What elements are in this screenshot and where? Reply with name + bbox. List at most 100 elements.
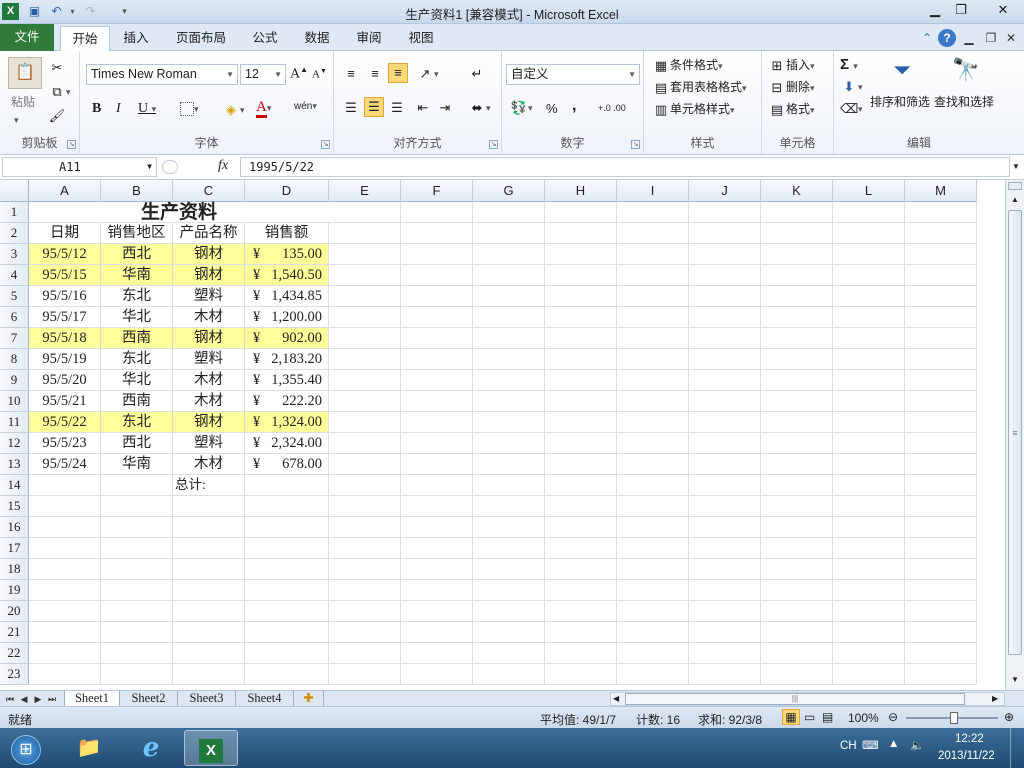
cell-product[interactable]: 钢材 [173, 412, 245, 433]
empty-cell[interactable] [761, 391, 833, 412]
cell-product[interactable]: 木材 [173, 391, 245, 412]
cell-product[interactable]: 塑料 [173, 349, 245, 370]
empty-cell[interactable] [29, 664, 101, 685]
help-icon[interactable]: ? [938, 29, 956, 47]
empty-cell[interactable] [905, 601, 977, 622]
empty-cell[interactable] [173, 643, 245, 664]
empty-cell[interactable] [761, 265, 833, 286]
empty-cell[interactable] [833, 223, 905, 244]
cell-amount[interactable]: ¥1,434.85 [245, 286, 329, 307]
format-painter-icon[interactable]: 🖌 [48, 107, 66, 125]
empty-cell[interactable] [905, 412, 977, 433]
empty-cell[interactable] [245, 496, 329, 517]
expand-formula-bar-icon[interactable]: ▼ [1010, 157, 1022, 177]
empty-cell[interactable] [401, 244, 473, 265]
empty-cell[interactable] [761, 307, 833, 328]
empty-cell[interactable] [833, 517, 905, 538]
empty-cell[interactable] [689, 601, 761, 622]
row-header-23[interactable]: 23 [0, 664, 29, 685]
empty-cell[interactable] [29, 580, 101, 601]
empty-cell[interactable] [329, 454, 401, 475]
vertical-scrollbar[interactable]: ▲ ≡ ▼ [1005, 180, 1024, 690]
empty-cell[interactable] [689, 328, 761, 349]
sheet-tab-sheet3[interactable]: Sheet3 [178, 691, 236, 707]
empty-cell[interactable] [473, 580, 545, 601]
empty-cell[interactable] [329, 412, 401, 433]
column-header-k[interactable]: K [761, 180, 833, 202]
zoom-in-icon[interactable]: ⊕ [1004, 710, 1014, 724]
empty-cell[interactable] [473, 349, 545, 370]
row-header-16[interactable]: 16 [0, 517, 29, 538]
empty-cell[interactable] [545, 538, 617, 559]
empty-cell[interactable] [401, 307, 473, 328]
sheet-tab-sheet4[interactable]: Sheet4 [236, 691, 294, 707]
paste-icon[interactable]: 📋 [8, 57, 42, 89]
empty-cell[interactable] [617, 286, 689, 307]
header-amount[interactable]: 销售额 [245, 223, 329, 244]
empty-cell[interactable] [761, 601, 833, 622]
empty-cell[interactable] [689, 286, 761, 307]
excel-taskbar-icon[interactable]: X [184, 730, 238, 766]
empty-cell[interactable] [329, 265, 401, 286]
empty-cell[interactable] [761, 580, 833, 601]
empty-cell[interactable] [689, 412, 761, 433]
empty-cell[interactable] [473, 643, 545, 664]
empty-cell[interactable] [329, 475, 401, 496]
empty-cell[interactable] [401, 433, 473, 454]
format-as-table-button[interactable]: ▤ 套用表格格式▾ [652, 78, 747, 97]
empty-cell[interactable] [545, 307, 617, 328]
column-header-b[interactable]: B [101, 180, 173, 202]
empty-cell[interactable] [689, 664, 761, 685]
empty-cell[interactable] [617, 244, 689, 265]
empty-cell[interactable] [101, 517, 173, 538]
empty-cell[interactable] [401, 412, 473, 433]
empty-cell[interactable] [617, 454, 689, 475]
cell-product[interactable]: 木材 [173, 307, 245, 328]
empty-cell[interactable] [545, 370, 617, 391]
volume-icon[interactable]: 🔈 [910, 738, 924, 752]
empty-cell[interactable] [245, 601, 329, 622]
prev-sheet-icon[interactable]: ◀ [18, 691, 30, 707]
shrink-font-button[interactable]: A▼ [312, 67, 327, 81]
borders-icon[interactable]: ▾ [180, 101, 199, 116]
wrap-text-icon[interactable]: ↵ [468, 65, 486, 83]
align-bottom-icon[interactable]: ≡ [388, 63, 408, 83]
empty-cell[interactable] [401, 391, 473, 412]
italic-button[interactable]: I [116, 101, 121, 117]
sort-filter-icon[interactable]: ⏷ [880, 57, 924, 89]
tab-home[interactable]: 开始 [60, 26, 110, 51]
empty-cell[interactable] [545, 349, 617, 370]
fill-color-icon[interactable]: ◈ ▾ [222, 101, 245, 119]
increase-indent-icon[interactable]: ⇥ [436, 99, 454, 117]
empty-cell[interactable] [689, 307, 761, 328]
empty-cell[interactable] [761, 202, 833, 223]
cell-region[interactable]: 西北 [101, 244, 173, 265]
row-header-12[interactable]: 12 [0, 433, 29, 454]
empty-cell[interactable] [329, 391, 401, 412]
cell-date[interactable]: 95/5/17 [29, 307, 101, 328]
empty-cell[interactable] [617, 517, 689, 538]
empty-cell[interactable] [401, 370, 473, 391]
empty-cell[interactable] [761, 349, 833, 370]
empty-cell[interactable] [905, 580, 977, 601]
empty-cell[interactable] [545, 643, 617, 664]
empty-cell[interactable] [401, 349, 473, 370]
cell-date[interactable]: 95/5/24 [29, 454, 101, 475]
empty-cell[interactable] [905, 664, 977, 685]
row-header-4[interactable]: 4 [0, 265, 29, 286]
empty-cell[interactable] [401, 580, 473, 601]
cell-region[interactable]: 华北 [101, 307, 173, 328]
empty-cell[interactable] [245, 538, 329, 559]
empty-cell[interactable] [245, 622, 329, 643]
zoom-out-icon[interactable]: ⊖ [888, 710, 898, 724]
empty-cell[interactable] [545, 244, 617, 265]
tab-review[interactable]: 审阅 [348, 26, 390, 51]
empty-cell[interactable] [329, 328, 401, 349]
empty-cell[interactable] [833, 433, 905, 454]
empty-cell[interactable] [617, 370, 689, 391]
empty-cell[interactable] [905, 223, 977, 244]
currency-icon[interactable]: 💱▾ [510, 99, 533, 117]
empty-cell[interactable] [833, 559, 905, 580]
alignment-launcher-icon[interactable]: ↘ [489, 140, 498, 149]
empty-cell[interactable] [473, 370, 545, 391]
